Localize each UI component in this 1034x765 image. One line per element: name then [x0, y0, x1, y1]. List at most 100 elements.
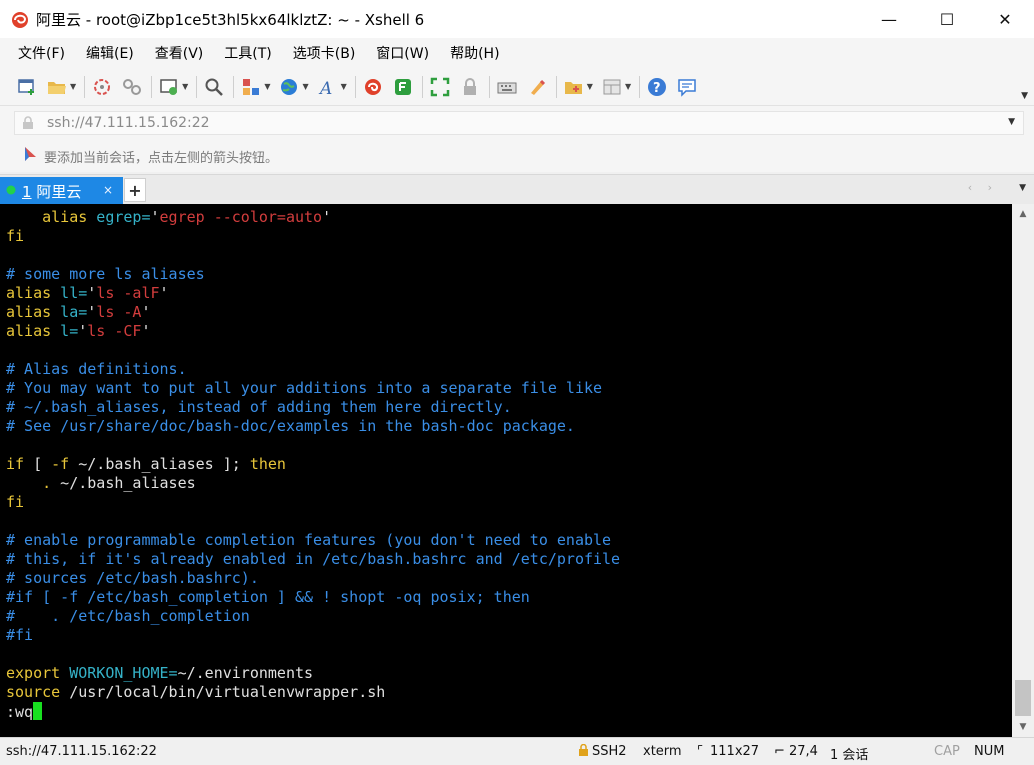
connected-status-icon [6, 184, 16, 199]
chevron-down-icon[interactable]: ▼ [264, 82, 270, 91]
terminal-output: alias egrep= ' egrep --color=auto ' fi # som… [6, 208, 620, 722]
tab-aliyun[interactable]: 1 阿里云 × [0, 177, 123, 205]
tab-nav-arrows[interactable]: ‹ › [968, 181, 998, 194]
chevron-down-icon[interactable]: ▼ [587, 82, 593, 91]
menu-window[interactable]: 窗口(W) [373, 41, 432, 65]
vertical-scrollbar[interactable]: ▲ ▼ [1012, 204, 1034, 737]
status-terminal-type: xterm [643, 744, 682, 759]
terminal-line: source /usr/local/bin/virtualenvwrapper.… [6, 683, 620, 702]
terminal-text: egrep= [87, 208, 151, 226]
minimize-button[interactable]: — [860, 0, 918, 38]
toolbar-separator [233, 75, 235, 98]
terminal-text: ' [141, 303, 151, 321]
tab-close-icon[interactable]: × [103, 183, 113, 197]
terminal-text: . [42, 474, 52, 492]
terminal-text: ' [87, 303, 97, 321]
terminal-line: # some more ls aliases [6, 265, 620, 284]
terminal-text: export [6, 664, 61, 682]
terminal-text: then [249, 455, 286, 473]
transfer-icon[interactable] [240, 76, 262, 98]
terminal[interactable]: alias egrep= ' egrep --color=auto ' fi # som… [0, 204, 1012, 737]
terminal-text: # . /etc/bash_completion [6, 607, 250, 625]
toolbar-separator [151, 75, 153, 98]
font-icon[interactable]: A [317, 76, 339, 98]
maximize-button[interactable]: ☐ [918, 0, 976, 38]
disconnect-icon[interactable] [121, 76, 143, 98]
terminal-line: # enable programmable completion feature… [6, 531, 620, 550]
menu-help[interactable]: 帮助(H) [447, 41, 502, 65]
terminal-cursor [33, 702, 43, 720]
toolbar-separator [555, 75, 557, 98]
terminal-text: ' [78, 322, 88, 340]
terminal-line: #fi [6, 626, 620, 645]
new-tab-button[interactable]: + [124, 178, 146, 202]
toolbar-separator [196, 75, 198, 98]
menu-view[interactable]: 查看(V) [152, 41, 207, 65]
chevron-down-icon[interactable]: ▼ [341, 82, 347, 91]
close-button[interactable]: ✕ [976, 0, 1034, 38]
chevron-down-icon[interactable]: ▼ [182, 82, 188, 91]
terminal-line: # You may want to put all your additions… [6, 379, 620, 398]
help-icon[interactable]: ? [646, 76, 668, 98]
chevron-down-icon[interactable]: ▼ [70, 82, 76, 91]
chevron-down-icon[interactable]: ▼ [625, 82, 631, 91]
globe-icon[interactable] [278, 76, 300, 98]
toolbar-overflow-icon[interactable]: ▼ [1021, 91, 1028, 101]
open-folder-icon[interactable] [46, 76, 68, 98]
address-input[interactable] [47, 115, 987, 131]
terminal-text: ' [159, 284, 169, 302]
toolbar-separator [421, 75, 423, 98]
terminal-text: # enable programmable completion feature… [6, 531, 612, 549]
fullscreen-icon[interactable] [429, 76, 451, 98]
highlight-icon[interactable] [526, 76, 548, 98]
menu-file[interactable]: 文件(F) [15, 41, 68, 65]
terminal-text: l= [51, 322, 79, 340]
lock-icon[interactable] [459, 76, 481, 98]
keyboard-icon[interactable] [496, 76, 518, 98]
compose-icon[interactable] [563, 76, 585, 98]
address-bar: ▼ [0, 106, 1034, 140]
hint-bar: 要添加当前会话，点击左侧的箭头按钮。 [0, 140, 1034, 172]
chat-icon[interactable] [676, 76, 698, 98]
terminal-text: ls -CF [87, 322, 142, 340]
tab-menu-icon[interactable]: ▼ [1019, 183, 1026, 193]
terminal-text: egrep --color=auto [159, 208, 323, 226]
menu-edit[interactable]: 编辑(E) [83, 41, 137, 65]
terminal-text: # sources /etc/bash.bashrc). [6, 569, 259, 587]
layout-icon[interactable] [601, 76, 623, 98]
terminal-line: alias la='ls -A' [6, 303, 620, 322]
svg-text:?: ? [653, 81, 661, 96]
xmanager-icon[interactable] [362, 76, 384, 98]
find-icon[interactable] [203, 76, 225, 98]
terminal-text: ~/.bash_aliases [51, 474, 196, 492]
terminal-text: WORKON_HOME= [60, 664, 178, 682]
status-size: 111x27 [710, 744, 760, 759]
terminal-line: fi [6, 227, 620, 246]
chevron-down-icon[interactable]: ▼ [302, 82, 308, 91]
scroll-down-icon[interactable]: ▼ [1012, 717, 1034, 737]
terminal-text: source [6, 683, 61, 701]
terminal-text: ls -alF [96, 284, 160, 302]
terminal-text: ~/.bash_aliases ]; [69, 455, 250, 473]
reconnect-icon[interactable] [91, 76, 113, 98]
menu-tools[interactable]: 工具(T) [221, 41, 274, 65]
toolbar-separator [84, 75, 86, 98]
terminal-text: # ~/.bash_aliases, instead of adding the… [6, 398, 512, 416]
chevron-down-icon[interactable]: ▼ [1008, 117, 1015, 127]
terminal-text: alias [6, 284, 52, 302]
scroll-up-icon[interactable]: ▲ [1012, 204, 1034, 224]
add-session-arrow-icon[interactable] [22, 146, 38, 166]
terminal-line: # this, if it's already enabled in /etc/… [6, 550, 620, 569]
menu-tabs[interactable]: 选项卡(B) [290, 41, 359, 65]
xftp-icon[interactable] [392, 76, 414, 98]
new-session-icon[interactable] [16, 76, 38, 98]
properties-icon[interactable] [158, 76, 180, 98]
terminal-line: alias l='ls -CF' [6, 322, 620, 341]
scrollbar-thumb[interactable] [1015, 680, 1031, 716]
